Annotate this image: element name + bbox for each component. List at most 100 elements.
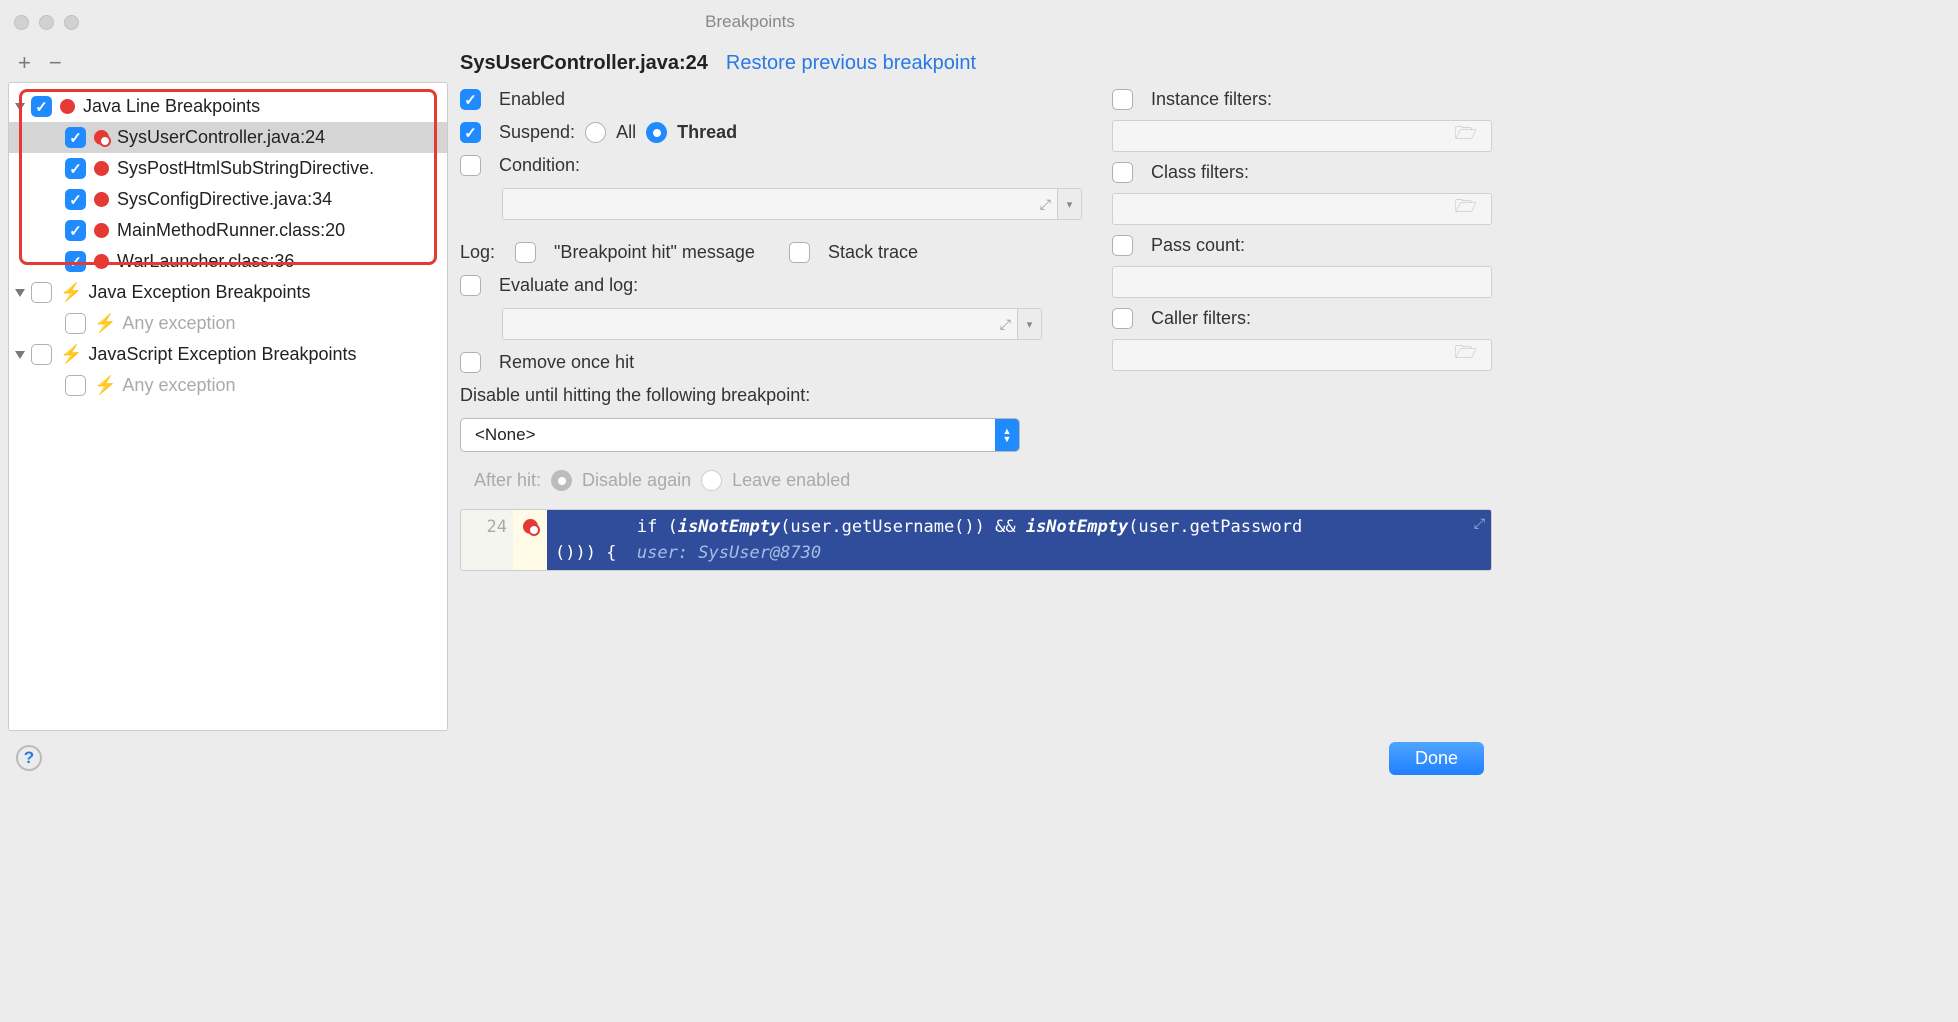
condition-history-dropdown[interactable]: ▾ — [1058, 188, 1082, 220]
lightning-icon: ⚡ — [60, 344, 82, 365]
folder-icon[interactable]: 🗁 — [1447, 340, 1485, 370]
folder-icon[interactable]: 🗁 — [1447, 194, 1485, 224]
group-checkbox[interactable] — [31, 282, 52, 303]
gutter-breakpoint-strip — [513, 510, 547, 570]
after-hit-leave-radio — [701, 470, 722, 491]
condition-checkbox[interactable] — [460, 155, 481, 176]
add-breakpoint-button[interactable]: + — [18, 50, 31, 76]
item-checkbox[interactable] — [65, 127, 86, 148]
code-line: ())) { user: SysUser@8730 — [555, 540, 1483, 566]
pass-count-field[interactable] — [1112, 266, 1492, 298]
tree-item[interactable]: SysPostHtmlSubStringDirective. — [9, 153, 447, 184]
dialog-body: + − Java Line Breakpoints — [0, 44, 1500, 785]
tree-item[interactable]: WarLauncher.class:36 — [9, 246, 447, 277]
remove-once-label: Remove once hit — [499, 352, 634, 373]
lightning-icon: ⚡ — [60, 282, 82, 303]
breakpoints-tree[interactable]: Java Line Breakpoints SysUserController.… — [8, 82, 448, 731]
breakpoint-icon — [94, 192, 109, 207]
restore-link[interactable]: Restore previous breakpoint — [726, 52, 976, 75]
disable-until-value: <None> — [475, 425, 536, 445]
item-checkbox[interactable] — [65, 158, 86, 179]
eval-checkbox[interactable] — [460, 275, 481, 296]
tree-group-java-exception[interactable]: ⚡ Java Exception Breakpoints — [9, 277, 447, 308]
item-checkbox[interactable] — [65, 220, 86, 241]
condition-field[interactable]: ⤢ — [502, 188, 1058, 220]
disable-until-combo[interactable]: <None> ▲▼ — [460, 418, 1020, 452]
log-label: Log: — [460, 242, 495, 263]
group-checkbox[interactable] — [31, 96, 52, 117]
line-number: 24 — [467, 514, 507, 540]
code-line: if (isNotEmpty(user.getUsername()) && is… — [555, 514, 1483, 540]
remove-once-checkbox[interactable] — [460, 352, 481, 373]
class-filters-checkbox[interactable] — [1112, 162, 1133, 183]
tree-item[interactable]: SysUserController.java:24 — [9, 122, 447, 153]
item-checkbox[interactable] — [65, 375, 86, 396]
expand-icon[interactable]: ⤢ — [1000, 316, 1011, 333]
breakpoints-dialog: Breakpoints + − Java — [0, 0, 1500, 785]
expand-icon[interactable]: ⤢ — [1040, 196, 1051, 213]
item-checkbox[interactable] — [65, 251, 86, 272]
breakpoint-muted-icon[interactable] — [523, 519, 538, 534]
caller-filters-label: Caller filters: — [1151, 308, 1251, 329]
enabled-label: Enabled — [499, 89, 565, 110]
after-hit-disable-label: Disable again — [582, 470, 691, 491]
class-filters-label: Class filters: — [1151, 162, 1249, 183]
suspend-all-label: All — [616, 122, 636, 143]
eval-field[interactable]: ⤢ — [502, 308, 1018, 340]
after-hit-label: After hit: — [474, 470, 541, 491]
detail-panel: SysUserController.java:24 Restore previo… — [460, 44, 1492, 731]
folder-icon[interactable]: 🗁 — [1447, 121, 1485, 151]
help-button[interactable]: ? — [16, 745, 42, 771]
tree-item[interactable]: ⚡ Any exception — [9, 370, 447, 401]
condition-row: Condition: — [460, 155, 1082, 176]
item-label: Any exception — [122, 375, 235, 396]
disclosure-icon[interactable] — [15, 351, 25, 359]
log-hit-label: "Breakpoint hit" message — [554, 242, 755, 263]
tree-item[interactable]: MainMethodRunner.class:20 — [9, 215, 447, 246]
window-title: Breakpoints — [0, 12, 1500, 32]
item-checkbox[interactable] — [65, 189, 86, 210]
pass-count-checkbox[interactable] — [1112, 235, 1133, 256]
disclosure-icon[interactable] — [15, 103, 25, 111]
log-stack-checkbox[interactable] — [789, 242, 810, 263]
after-hit-disable-radio — [551, 470, 572, 491]
code-preview: 24 ⤢ if (isNotEmpty(user.getUsername()) … — [460, 509, 1492, 571]
class-filters-row: Class filters: — [1112, 162, 1492, 183]
suspend-all-radio[interactable] — [585, 122, 606, 143]
caller-filters-checkbox[interactable] — [1112, 308, 1133, 329]
tree-item[interactable]: ⚡ Any exception — [9, 308, 447, 339]
breakpoint-icon — [94, 223, 109, 238]
remove-breakpoint-button[interactable]: − — [49, 50, 62, 76]
enabled-row: Enabled — [460, 89, 1082, 110]
enabled-checkbox[interactable] — [460, 89, 481, 110]
item-checkbox[interactable] — [65, 313, 86, 334]
item-label: MainMethodRunner.class:20 — [117, 220, 345, 241]
eval-history-dropdown[interactable]: ▾ — [1018, 308, 1042, 340]
eval-row: Evaluate and log: — [460, 275, 1082, 296]
item-label: WarLauncher.class:36 — [117, 251, 294, 272]
suspend-thread-label: Thread — [677, 122, 737, 143]
tree-group-java-line[interactable]: Java Line Breakpoints — [9, 91, 447, 122]
gutter: 24 — [461, 510, 513, 570]
tree-item[interactable]: SysConfigDirective.java:34 — [9, 184, 447, 215]
suspend-label: Suspend: — [499, 122, 575, 143]
expand-icon[interactable]: ⤢ — [1474, 516, 1485, 532]
group-checkbox[interactable] — [31, 344, 52, 365]
tree-group-js-exception[interactable]: ⚡ JavaScript Exception Breakpoints — [9, 339, 447, 370]
caller-filters-row: Caller filters: — [1112, 308, 1492, 329]
after-hit-row: After hit: Disable again Leave enabled — [460, 470, 1082, 491]
instance-filters-checkbox[interactable] — [1112, 89, 1133, 110]
left-column: + − Java Line Breakpoints — [8, 44, 448, 731]
instance-filters-field[interactable]: 🗁 — [1112, 120, 1492, 152]
breakpoint-icon — [94, 161, 109, 176]
class-filters-field[interactable]: 🗁 — [1112, 193, 1492, 225]
group-label: Java Line Breakpoints — [83, 96, 260, 117]
disclosure-icon[interactable] — [15, 289, 25, 297]
suspend-checkbox[interactable] — [460, 122, 481, 143]
log-hit-checkbox[interactable] — [515, 242, 536, 263]
done-button[interactable]: Done — [1389, 742, 1484, 775]
breakpoint-icon — [60, 99, 75, 114]
suspend-thread-radio[interactable] — [646, 122, 667, 143]
caller-filters-field[interactable]: 🗁 — [1112, 339, 1492, 371]
lightning-icon: ⚡ — [94, 375, 116, 396]
